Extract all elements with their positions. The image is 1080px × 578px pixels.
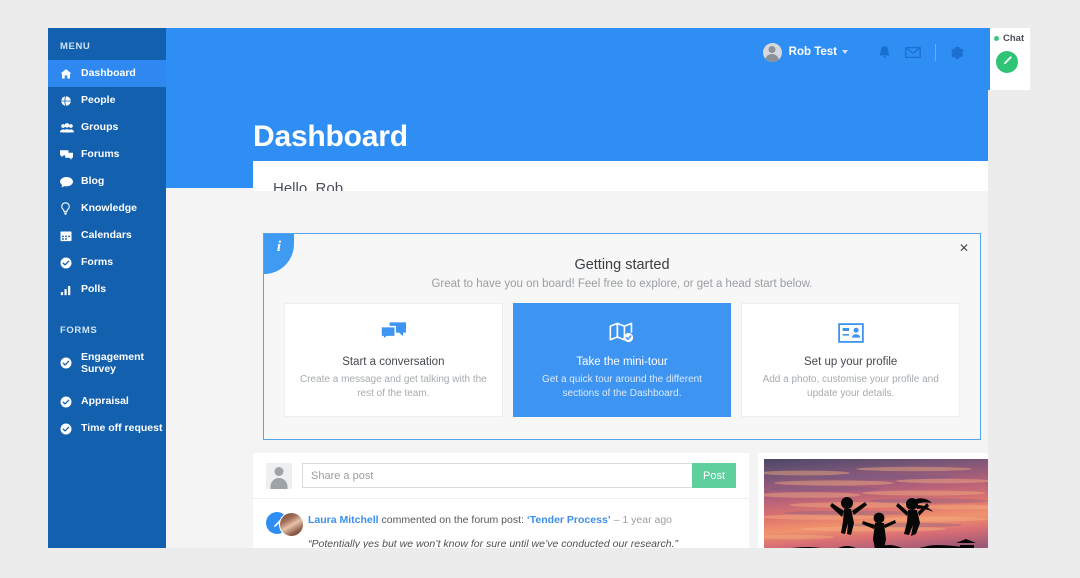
sidebar-item-forums[interactable]: Forums: [48, 141, 166, 168]
chat-compose-button[interactable]: [996, 51, 1018, 73]
sidebar-item-dashboard[interactable]: Dashboard: [48, 60, 166, 87]
comment-icon: [60, 176, 76, 188]
chat-bubbles-icon: [380, 320, 406, 346]
sidebar: MENU Dashboard People Groups Forums Blog…: [48, 28, 166, 548]
id-card-icon: [837, 320, 864, 346]
sidebar-item-knowledge[interactable]: Knowledge: [48, 195, 166, 222]
map-check-icon: [609, 320, 635, 346]
sidebar-item-calendars[interactable]: Calendars: [48, 222, 166, 249]
share-post-row: Post: [253, 453, 749, 499]
forums-icon: [60, 149, 76, 161]
sidebar-form-engagement-survey[interactable]: Engagement Survey: [48, 344, 166, 382]
home-icon: [60, 68, 76, 80]
share-post-input[interactable]: [302, 463, 692, 488]
card-description: Get a quick tour around the different se…: [542, 373, 702, 399]
card-set-up-your-profile[interactable]: Set up your profile Add a photo, customi…: [741, 303, 961, 417]
feed-timestamp: – 1 year ago: [610, 514, 672, 526]
card-title: Take the mini-tour: [576, 355, 668, 368]
sidebar-item-people[interactable]: People: [48, 87, 166, 114]
sidebar-item-label: Groups: [81, 121, 119, 134]
sidebar-item-label: People: [81, 94, 116, 107]
sidebar-item-polls[interactable]: Polls: [48, 276, 166, 303]
sidebar-item-label: Forums: [81, 148, 120, 161]
feed-target-link[interactable]: ‘Tender Process’: [527, 514, 611, 526]
feed-item-body: Laura Mitchell commented on the forum po…: [308, 512, 736, 548]
group-icon: [60, 122, 76, 134]
check-circle-icon: [60, 396, 76, 408]
page-title: Dashboard: [253, 120, 408, 154]
status-badge: [994, 36, 999, 41]
app-frame: MENU Dashboard People Groups Forums Blog…: [48, 28, 988, 548]
sidebar-form-label: Appraisal: [81, 395, 129, 408]
chat-dock: Chat: [988, 28, 1030, 90]
photo-card: [758, 453, 988, 548]
topbar: Rob Test: [762, 28, 988, 76]
check-circle-icon: [60, 257, 76, 269]
post-button[interactable]: Post: [691, 463, 736, 488]
card-title: Start a conversation: [342, 355, 445, 368]
close-icon[interactable]: ✕: [959, 242, 969, 254]
feed-action: commented on the forum post:: [378, 514, 527, 526]
sidebar-item-forms[interactable]: Forms: [48, 249, 166, 276]
globe-icon: [60, 95, 76, 107]
card-start-a-conversation[interactable]: Start a conversation Create a message an…: [284, 303, 503, 417]
bell-icon[interactable]: [877, 45, 892, 60]
getting-started-cards: Start a conversation Create a message an…: [284, 303, 961, 417]
calendar-icon: [60, 230, 76, 242]
sidebar-item-groups[interactable]: Groups: [48, 114, 166, 141]
chevron-down-icon[interactable]: [842, 50, 848, 54]
lightbulb-icon: [60, 202, 76, 215]
sidebar-form-appraisal[interactable]: Appraisal: [48, 388, 166, 415]
chat-label: Chat: [1003, 33, 1025, 44]
sunset-photo: [764, 459, 988, 548]
envelope-icon[interactable]: [905, 45, 921, 60]
gear-icon[interactable]: [949, 45, 964, 60]
getting-started-panel: i ✕ Getting started Great to have you on…: [263, 233, 981, 440]
check-circle-icon: [60, 357, 76, 369]
chat-header[interactable]: Chat: [990, 28, 1030, 49]
sidebar-form-time-off-request[interactable]: Time off request: [48, 415, 166, 442]
feed-item-quote: “Potentially yes but we won’t know for s…: [308, 538, 679, 548]
card-title: Set up your profile: [804, 355, 898, 368]
header-divider: [935, 43, 936, 61]
sidebar-forms-heading: FORMS: [60, 325, 98, 336]
sidebar-item-label: Forms: [81, 256, 114, 269]
card-description: Add a photo, customise your profile and …: [762, 373, 939, 399]
sidebar-item-label: Knowledge: [81, 202, 138, 215]
feed-author[interactable]: Laura Mitchell: [308, 514, 379, 526]
sidebar-form-label: Engagement Survey: [81, 351, 145, 375]
card-description: Create a message and get talking with th…: [299, 373, 487, 399]
avatar[interactable]: [762, 42, 782, 62]
pencil-icon: [1002, 53, 1013, 71]
sidebar-menu-heading: MENU: [60, 41, 91, 52]
bar-chart-icon: [60, 284, 76, 296]
user-photo: [279, 512, 304, 537]
activity-feed: Post Laura Mitchell commented on the for…: [253, 453, 749, 548]
getting-started-subtitle: Great to have you on board! Feel free to…: [431, 278, 813, 290]
feed-item-headline: Laura Mitchell commented on the forum po…: [308, 513, 736, 528]
main-content: i ✕ Getting started Great to have you on…: [205, 191, 988, 548]
user-name[interactable]: Rob Test: [789, 46, 837, 58]
avatar: [266, 462, 292, 489]
feed-item: Laura Mitchell commented on the forum po…: [253, 499, 749, 548]
info-badge-letter: i: [276, 239, 282, 255]
sidebar-item-label: Blog: [81, 175, 105, 188]
sidebar-item-label: Polls: [81, 283, 107, 296]
check-circle-icon: [60, 423, 76, 435]
sidebar-item-label: Calendars: [81, 229, 132, 242]
sidebar-item-label: Dashboard: [81, 67, 136, 80]
sidebar-item-blog[interactable]: Blog: [48, 168, 166, 195]
getting-started-title: Getting started: [574, 257, 670, 273]
card-take-the-mini-tour[interactable]: Take the mini-tour Get a quick tour arou…: [512, 303, 732, 417]
avatar: [266, 512, 304, 539]
sidebar-form-label: Time off request: [81, 422, 163, 435]
